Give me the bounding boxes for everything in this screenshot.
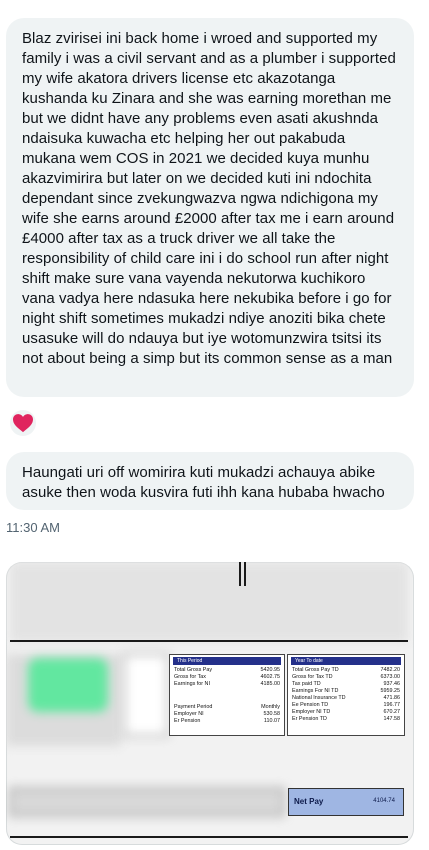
table-row: Er Pension TD 147.58 bbox=[292, 716, 400, 722]
divider bbox=[10, 836, 408, 838]
year-to-date-title: Year To date bbox=[291, 657, 401, 665]
blurred-logo bbox=[28, 658, 108, 712]
year-to-date-panel: Year To date Total Gross Pay TD 7482.20 G… bbox=[287, 654, 405, 736]
table-row: Employer NI 530.58 bbox=[174, 711, 280, 717]
table-row: Payment Period Monthly bbox=[174, 704, 280, 710]
table-row: Gross for Tax TD 6373.00 bbox=[292, 674, 400, 680]
message-bubble[interactable]: Haungati uri off womirira kuti mukadzi a… bbox=[6, 452, 414, 510]
blurred-address bbox=[10, 788, 284, 816]
table-row: National Insurance TD 471.86 bbox=[292, 695, 400, 701]
divider bbox=[244, 562, 246, 586]
this-period-panel: This Period Total Gross Pay 5420.95 Gross… bbox=[169, 654, 285, 736]
divider bbox=[239, 562, 241, 586]
message-timestamp: 11:30 AM bbox=[6, 520, 60, 535]
message-bubble[interactable]: Blaz zvirisei ini back home i wroed and … bbox=[6, 18, 414, 397]
table-row: Earnings For NI TD 5959.25 bbox=[292, 688, 400, 694]
table-row: Employer NI TD 670.27 bbox=[292, 709, 400, 715]
reaction-badge[interactable] bbox=[10, 410, 36, 436]
net-pay-value: 4104.74 bbox=[373, 798, 395, 804]
table-row: Total Gross Pay TD 7482.20 bbox=[292, 667, 400, 673]
net-pay-label: Net Pay bbox=[294, 797, 324, 806]
table-row: Total Gross Pay 5420.95 bbox=[174, 667, 280, 673]
net-pay-box: Net Pay 4104.74 bbox=[288, 788, 404, 816]
table-row: Ee Pension TD 196.77 bbox=[292, 702, 400, 708]
table-row: Tax paid TD 937.46 bbox=[292, 681, 400, 687]
blurred-header bbox=[10, 562, 408, 642]
payslip-image[interactable]: This Period Total Gross Pay 5420.95 Gross… bbox=[6, 562, 414, 845]
table-row: Gross for Tax 4602.75 bbox=[174, 674, 280, 680]
table-row: Earnings for NI 4185.00 bbox=[174, 681, 280, 687]
table-row: Er Pension 110.07 bbox=[174, 718, 280, 724]
blurred-box bbox=[124, 654, 168, 736]
heart-icon bbox=[13, 414, 33, 433]
this-period-title: This Period bbox=[173, 657, 281, 665]
divider bbox=[10, 640, 408, 642]
